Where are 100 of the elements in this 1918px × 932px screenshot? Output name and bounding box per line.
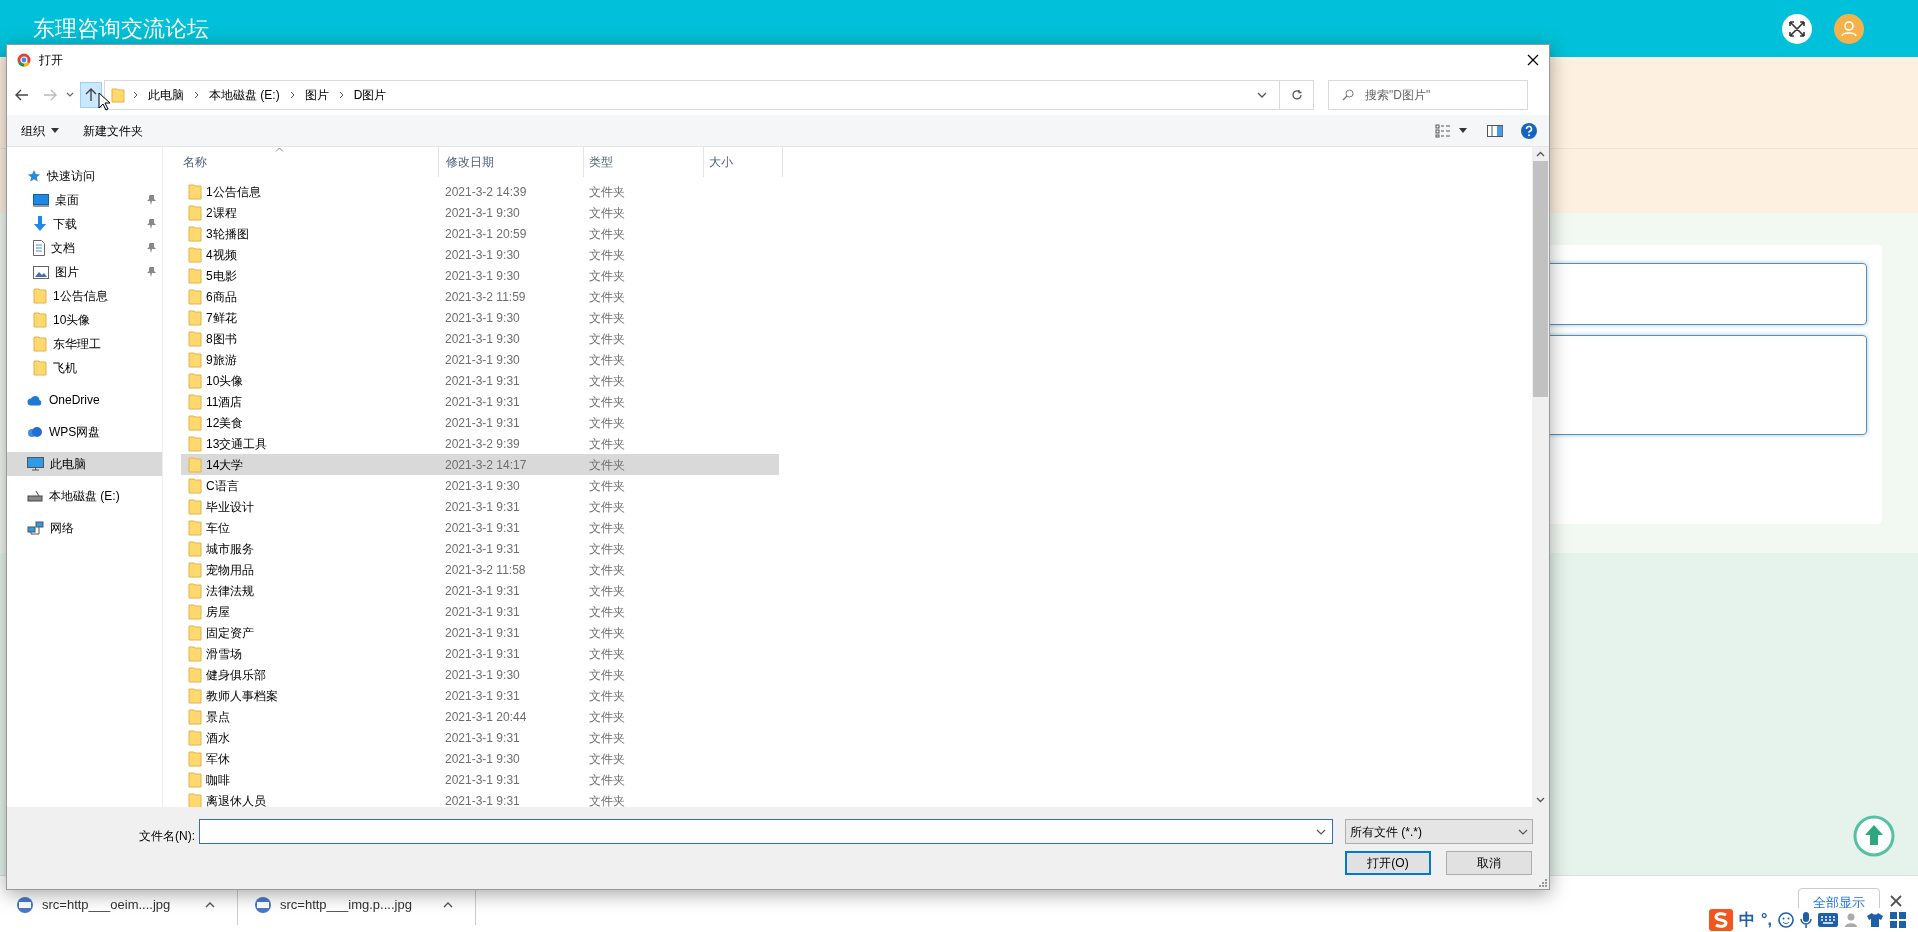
folder-icon [188, 540, 202, 557]
search-field[interactable]: 搜索"D图片" [1328, 80, 1528, 110]
file-row[interactable]: 宠物用品 2021-3-2 11:58 文件夹 [181, 559, 779, 580]
download-filename[interactable]: src=http___img.p....jpg [280, 894, 412, 915]
file-row[interactable]: 酒水 2021-3-1 9:31 文件夹 [181, 727, 779, 748]
up-button[interactable] [80, 82, 102, 108]
resize-grip-icon[interactable] [1539, 879, 1547, 887]
file-row[interactable]: 6商品 2021-3-2 11:59 文件夹 [181, 286, 779, 307]
pin-icon[interactable] [147, 243, 156, 253]
sidebar-item[interactable]: 1公告信息 [7, 284, 162, 308]
chevron-right-icon[interactable] [194, 91, 199, 99]
file-row[interactable]: 10头像 2021-3-1 9:31 文件夹 [181, 370, 779, 391]
file-row[interactable]: 房屋 2021-3-1 9:31 文件夹 [181, 601, 779, 622]
chevron-right-icon[interactable] [289, 91, 295, 99]
filename-field[interactable] [199, 819, 1333, 844]
chevron-right-icon[interactable] [338, 91, 344, 99]
file-row[interactable]: 11酒店 2021-3-1 9:31 文件夹 [181, 391, 779, 412]
back-to-top-icon[interactable] [1853, 815, 1895, 857]
pin-icon[interactable] [147, 219, 156, 229]
file-row[interactable]: 法律法规 2021-3-1 9:31 文件夹 [181, 580, 779, 601]
sidebar-item[interactable]: 下载 [7, 212, 162, 236]
file-row[interactable]: 固定资产 2021-3-1 9:31 文件夹 [181, 622, 779, 643]
file-row[interactable]: 9旅游 2021-3-1 9:30 文件夹 [181, 349, 779, 370]
breadcrumb-item[interactable]: 本地磁盘 (E:) [207, 86, 282, 104]
file-row[interactable]: 军休 2021-3-1 9:30 文件夹 [181, 748, 779, 769]
file-row[interactable]: 1公告信息 2021-3-2 14:39 文件夹 [181, 181, 779, 202]
scroll-down-icon[interactable] [1536, 797, 1545, 803]
refresh-icon[interactable] [1290, 89, 1303, 101]
file-row[interactable]: 健身俱乐部 2021-3-1 9:30 文件夹 [181, 664, 779, 685]
ime-mode-toggle[interactable]: °, [1761, 908, 1772, 932]
cancel-button[interactable]: 取消 [1446, 851, 1532, 875]
close-icon[interactable] [1889, 894, 1903, 908]
smiley-icon[interactable] [1777, 912, 1794, 928]
file-row[interactable]: 车位 2021-3-1 9:31 文件夹 [181, 517, 779, 538]
file-row[interactable]: 4视频 2021-3-1 9:30 文件夹 [181, 244, 779, 265]
close-icon[interactable] [1527, 54, 1539, 66]
file-row[interactable]: 城市服务 2021-3-1 9:31 文件夹 [181, 538, 779, 559]
sogou-logo-icon[interactable] [1709, 909, 1733, 931]
ime-mode-toggle[interactable]: 中 [1739, 908, 1755, 932]
file-row[interactable]: 7鲜花 2021-3-1 9:30 文件夹 [181, 307, 779, 328]
sidebar-item[interactable]: WPS网盘 [7, 420, 162, 444]
file-row[interactable]: 5电影 2021-3-1 9:30 文件夹 [181, 265, 779, 286]
caret-icon[interactable] [1459, 128, 1467, 133]
download-filename[interactable]: src=http___oeim....jpg [42, 894, 171, 915]
column-header[interactable]: 类型 [589, 153, 613, 171]
column-header[interactable]: 名称 [183, 153, 207, 171]
scroll-up-icon[interactable] [1536, 151, 1545, 157]
pin-icon[interactable] [147, 267, 156, 277]
dropdown-chevron-icon[interactable] [1257, 92, 1267, 98]
file-row[interactable]: 离退休人员 2021-3-1 9:31 文件夹 [181, 790, 779, 807]
file-row[interactable]: 12美食 2021-3-1 9:31 文件夹 [181, 412, 779, 433]
sidebar-item[interactable]: 文档 [7, 236, 162, 260]
file-row[interactable]: 3轮播图 2021-3-1 20:59 文件夹 [181, 223, 779, 244]
view-options-icon[interactable] [1435, 123, 1451, 138]
file-row[interactable]: 8图书 2021-3-1 9:30 文件夹 [181, 328, 779, 349]
scrollbar[interactable] [1532, 147, 1549, 807]
sidebar-item[interactable]: 飞机 [7, 356, 162, 380]
recent-chevron-icon[interactable] [66, 92, 74, 98]
column-header[interactable]: 大小 [709, 153, 733, 171]
shirt-icon[interactable] [1865, 912, 1884, 928]
grid-menu-icon[interactable] [1889, 912, 1906, 928]
microphone-icon[interactable] [1799, 911, 1812, 929]
file-row[interactable]: 滑雪场 2021-3-1 9:31 文件夹 [181, 643, 779, 664]
sidebar-item[interactable]: 网络 [7, 516, 162, 540]
file-row[interactable]: 13交通工具 2021-3-2 9:39 文件夹 [181, 433, 779, 454]
dropdown-chevron-icon[interactable] [1316, 828, 1326, 835]
file-row[interactable]: 毕业设计 2021-3-1 9:31 文件夹 [181, 496, 779, 517]
breadcrumb-item[interactable]: 此电脑 [146, 86, 186, 104]
sidebar-item[interactable]: 东华理工 [7, 332, 162, 356]
scroll-thumb[interactable] [1533, 161, 1548, 397]
chevron-right-icon[interactable] [133, 91, 138, 99]
address-bar[interactable]: 此电脑 本地磁盘 (E:) 图片 D图片 [104, 80, 1314, 110]
new-folder-button[interactable]: 新建文件夹 [83, 121, 143, 140]
sidebar-item[interactable]: 10头像 [7, 308, 162, 332]
help-icon[interactable] [1521, 122, 1537, 139]
fullscreen-icon[interactable] [1781, 12, 1813, 45]
column-header[interactable]: 修改日期 [446, 153, 494, 171]
sidebar-item[interactable]: OneDrive [7, 388, 162, 412]
caret-up-icon[interactable] [443, 901, 453, 908]
preview-pane-icon[interactable] [1487, 124, 1503, 137]
sidebar-item[interactable]: 本地磁盘 (E:) [7, 484, 162, 508]
file-row[interactable]: 景点 2021-3-1 20:44 文件夹 [181, 706, 779, 727]
file-type-select[interactable]: 所有文件 (*.*) [1345, 819, 1533, 844]
file-row[interactable]: 教师人事档案 2021-3-1 9:31 文件夹 [181, 685, 779, 706]
caret-up-icon[interactable] [205, 901, 215, 908]
organize-menu[interactable]: 组织 [21, 121, 59, 140]
sidebar-item[interactable]: 快速访问 [7, 164, 162, 188]
sidebar-item[interactable]: 此电脑 [7, 452, 162, 476]
breadcrumb-item[interactable]: 图片 [302, 86, 331, 104]
file-row[interactable]: 咖啡 2021-3-1 9:31 文件夹 [181, 769, 779, 790]
keyboard-icon[interactable] [1817, 913, 1838, 927]
file-row[interactable]: 2课程 2021-3-1 9:30 文件夹 [181, 202, 779, 223]
sidebar-item[interactable]: 图片 [7, 260, 162, 284]
pin-icon[interactable] [147, 195, 156, 205]
file-row[interactable]: 14大学 2021-3-2 14:17 文件夹 [181, 454, 779, 475]
sidebar-item[interactable]: 桌面 [7, 188, 162, 212]
open-button[interactable]: 打开(O) [1345, 851, 1431, 875]
file-row[interactable]: C语言 2021-3-1 9:30 文件夹 [181, 475, 779, 496]
back-arrow-icon[interactable] [15, 89, 29, 101]
breadcrumb-item[interactable]: D图片 [351, 86, 389, 104]
